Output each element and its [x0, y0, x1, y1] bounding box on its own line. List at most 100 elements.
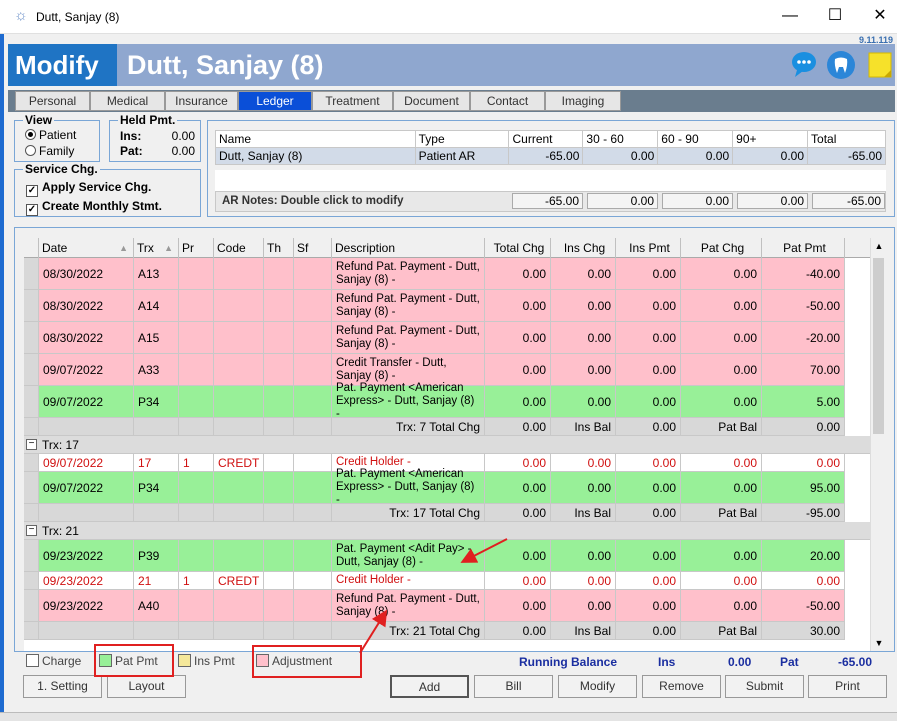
collapse-icon[interactable]: − [26, 439, 37, 450]
tab-contact[interactable]: Contact [470, 91, 545, 111]
close-button[interactable]: ✕ [860, 4, 897, 28]
ar-row[interactable]: Dutt, Sanjay (8) Patient AR -65.00 0.00 … [215, 147, 886, 165]
collapse-icon[interactable]: − [26, 525, 37, 536]
chat-icon[interactable] [791, 50, 821, 80]
cell-ip-text: 0.00 [652, 394, 676, 409]
grid-header-pat-pmt[interactable]: Pat Pmt [762, 238, 845, 258]
running-ins-value: 0.00 [728, 655, 752, 669]
bill-button[interactable]: Bill [474, 675, 553, 698]
create-monthly-stmt-checkbox[interactable]: ✓ Create Monthly Stmt. [26, 199, 162, 216]
cell-pr-text: 1 [183, 573, 190, 588]
cell-trx: A14 [134, 290, 179, 322]
grid-header-code[interactable]: Code [214, 238, 264, 258]
sticky-note-icon[interactable] [866, 50, 896, 80]
cell-ic-text: 0.00 [587, 598, 611, 613]
cell-ic: 0.00 [551, 322, 616, 354]
remove-button[interactable]: Remove [642, 675, 721, 698]
tab-medical[interactable]: Medical [90, 91, 165, 111]
group-header[interactable]: − Trx: 21 [24, 522, 870, 540]
ar-total-90plus: 0.00 [737, 193, 808, 209]
cell-pp: 20.00 [762, 540, 845, 572]
scroll-up-icon[interactable]: ▲ [871, 238, 887, 254]
add-button[interactable]: Add [390, 675, 469, 698]
grid-header-ins-pmt[interactable]: Ins Pmt [616, 238, 681, 258]
tab-imaging[interactable]: Imaging [545, 91, 621, 111]
submit-button[interactable]: Submit [725, 675, 804, 698]
vertical-scrollbar[interactable]: ▲ ▼ [870, 238, 886, 651]
legend-ins-pmt-label: Ins Pmt [194, 654, 235, 668]
grid-header-date[interactable]: Date ▲ [39, 238, 134, 258]
tooth-icon[interactable] [826, 50, 856, 80]
table-row[interactable]: 08/30/2022 A15 Refund Pat. Payment - Dutt,… [24, 322, 870, 354]
modify-button[interactable]: Modify [558, 675, 637, 698]
held-pmt-panel: Held Pmt. Ins: 0.00 Pat: 0.00 [109, 113, 201, 162]
cell [134, 418, 179, 436]
grid-header-pr[interactable]: Pr [179, 238, 214, 258]
grid-header-trx[interactable]: Trx ▲ [134, 238, 179, 258]
cell-pc-text: 0.00 [733, 598, 757, 613]
view-patient-radio[interactable]: Patient [25, 128, 76, 142]
cell-ip: 0.00 [616, 354, 681, 386]
cell-desc: Pat. Payment <American Express> - Dutt, … [332, 468, 485, 506]
apply-service-chg-checkbox[interactable]: ✓ Apply Service Chg. [26, 180, 151, 197]
grid-header-sf[interactable]: Sf [294, 238, 332, 258]
grid-header-ins-chg[interactable]: Ins Chg [551, 238, 616, 258]
cell-desc: Refund Pat. Payment - Dutt, Sanjay (8) - [332, 322, 485, 354]
cell-pc-text: 0.00 [733, 480, 757, 495]
cell-ip-text: 0.00 [652, 548, 676, 563]
ar-30-60: 0.00 [582, 147, 659, 165]
table-row[interactable]: 08/30/2022 A13 Refund Pat. Payment - Dutt,… [24, 258, 870, 290]
grid-header-total-chg[interactable]: Total Chg [485, 238, 551, 258]
cell-date-text: 08/30/2022 [43, 330, 104, 345]
table-row[interactable]: 09/23/2022 A40 Refund Pat. Payment - Dutt,… [24, 590, 870, 622]
tab-treatment[interactable]: Treatment [312, 91, 393, 111]
cell-pr [179, 354, 214, 386]
maximize-button[interactable]: ☐ [815, 4, 855, 28]
ar-panel: Name Type Current 30 - 60 60 - 90 90+ To… [207, 120, 895, 217]
ar-name: Dutt, Sanjay (8) [215, 147, 416, 165]
print-button[interactable]: Print [808, 675, 887, 698]
cell-date: 08/30/2022 [39, 258, 134, 290]
cell-ic: 0.00 [551, 354, 616, 386]
cell-pc: 0.00 [681, 572, 762, 590]
cell-date-text: 09/23/2022 [43, 548, 104, 563]
cell-tc-text: 0.00 [522, 598, 546, 613]
minimize-button[interactable]: — [770, 4, 810, 28]
grid-header-th[interactable]: Th [264, 238, 294, 258]
cell-code-text: CREDT [218, 455, 260, 470]
cell [294, 386, 332, 418]
group-header[interactable]: − Trx: 17 [24, 436, 870, 454]
running-balance-label: Running Balance [519, 655, 618, 669]
cell-desc-text: Refund Pat. Payment - Dutt, Sanjay (8) - [336, 292, 480, 318]
cell-ip: 0.00 [616, 418, 681, 436]
cell-date: 09/07/2022 [39, 472, 134, 504]
cell-ip: 0.00 [616, 622, 681, 640]
summary-row[interactable]: Trx: 17 Total Chg 0.00 Ins Bal 0.00 Pat Bal -… [24, 504, 870, 522]
tab-insurance[interactable]: Insurance [165, 91, 238, 111]
summary-row[interactable]: Trx: 7 Total Chg 0.00 Ins Bal 0.00 Pat Bal 0.… [24, 418, 870, 436]
held-ins-value: 0.00 [171, 129, 195, 143]
setting-button[interactable]: 1. Setting [23, 675, 102, 698]
tab-ledger[interactable]: Ledger [238, 91, 312, 111]
held-pat-label: Pat: [120, 144, 143, 158]
cell-code [214, 590, 264, 622]
grid-header-pat-chg[interactable]: Pat Chg [681, 238, 762, 258]
scroll-thumb[interactable] [873, 258, 884, 434]
summary-row[interactable]: Trx: 21 Total Chg 0.00 Ins Bal 0.00 Pat Bal 3… [24, 622, 870, 640]
table-row[interactable]: 09/23/2022 P39 Pat. Payment <Adit Pay> - D… [24, 540, 870, 572]
table-row[interactable]: 09/07/2022 P34 Pat. Payment <American Expr… [24, 382, 870, 420]
bottom-bar [0, 712, 897, 721]
scroll-down-icon[interactable]: ▼ [871, 635, 887, 651]
view-family-radio[interactable]: Family [25, 144, 74, 158]
layout-button[interactable]: Layout [107, 675, 186, 698]
tab-personal[interactable]: Personal [15, 91, 90, 111]
cell-ic: 0.00 [551, 472, 616, 504]
grid-header-description[interactable]: Description [332, 238, 485, 258]
tab-document[interactable]: Document [393, 91, 470, 111]
table-row[interactable]: 09/07/2022 P34 Pat. Payment <American Expr… [24, 468, 870, 506]
table-row[interactable]: 08/30/2022 A14 Refund Pat. Payment - Dutt,… [24, 290, 870, 322]
cell-pr [179, 322, 214, 354]
ar-notes-bar[interactable]: AR Notes: Double click to modify -65.00 … [215, 191, 886, 212]
grid-header-indent [24, 238, 39, 258]
table-row[interactable]: 09/23/2022 21 1 CREDT Credit Holder - 0.00 0.0… [24, 572, 870, 590]
